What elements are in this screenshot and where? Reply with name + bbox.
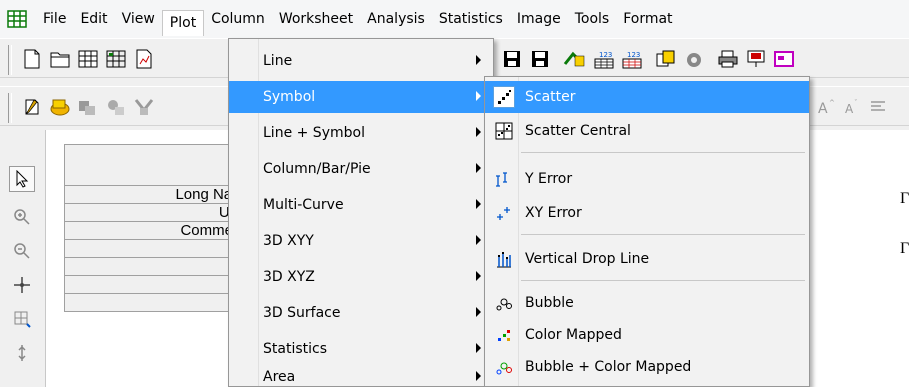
refresh-icon[interactable]: [682, 47, 706, 71]
menu-item-3d-xyy[interactable]: 3D XYY: [229, 225, 493, 257]
data-reader-icon[interactable]: [9, 272, 35, 298]
results-log-icon[interactable]: [48, 95, 72, 119]
plot-menu: Line Symbol Line + Symbol Column/Bar/Pie…: [228, 38, 494, 387]
submenu-arrow-icon: [476, 91, 481, 101]
svg-text:123: 123: [599, 51, 612, 59]
menu-column[interactable]: Column: [204, 8, 272, 30]
zoom-in-icon[interactable]: [9, 204, 35, 230]
script-window-icon[interactable]: [20, 95, 44, 119]
menu-item-y-error[interactable]: Y Error: [485, 163, 809, 195]
submenu-arrow-icon: [476, 235, 481, 245]
menu-item-line[interactable]: Line: [229, 45, 493, 77]
new-workbook-icon[interactable]: [104, 47, 128, 71]
menu-item-area[interactable]: Area: [229, 361, 493, 387]
screen-reader-icon[interactable]: [9, 306, 35, 332]
menu-item-xy-error[interactable]: XY Error: [485, 197, 809, 229]
menu-statistics[interactable]: Statistics: [432, 8, 510, 30]
code-builder-icon[interactable]: [772, 47, 796, 71]
menu-view[interactable]: View: [115, 8, 162, 30]
print-icon[interactable]: [716, 47, 740, 71]
project-explorer-icon[interactable]: [76, 95, 100, 119]
menu-item-line-symbol[interactable]: Line + Symbol: [229, 117, 493, 149]
submenu-arrow-icon: [476, 271, 481, 281]
submenu-arrow-icon: [476, 127, 481, 137]
menu-item-3d-xyz[interactable]: 3D XYZ: [229, 261, 493, 293]
scatter-icon: [493, 86, 515, 108]
submenu-arrow-icon: [476, 371, 481, 381]
submenu-arrow-icon: [476, 55, 481, 65]
svg-text:A: A: [818, 101, 828, 116]
new-project-icon[interactable]: [20, 47, 44, 71]
submenu-arrow-icon: [476, 343, 481, 353]
menu-item-multi-curve[interactable]: Multi-Curve: [229, 189, 493, 221]
menu-item-bubble[interactable]: Bubble: [485, 287, 809, 319]
svg-text:ˇ: ˇ: [854, 99, 858, 107]
menu-tools[interactable]: Tools: [568, 8, 617, 30]
submenu-arrow-icon: [476, 199, 481, 209]
color-mapped-icon: [493, 324, 515, 346]
menu-edit[interactable]: Edit: [73, 8, 114, 30]
save-icon[interactable]: [500, 47, 524, 71]
tools-toolbar: [0, 130, 46, 387]
align-left-icon[interactable]: [866, 95, 890, 119]
object-manager-icon[interactable]: [104, 95, 128, 119]
import-multiple-icon[interactable]: 123: [592, 47, 616, 71]
scatter-central-icon: [493, 120, 515, 142]
symbol-submenu: Scatter Scatter Central Y Error XY Error…: [484, 76, 810, 387]
menu-separator: [521, 280, 805, 281]
submenu-arrow-icon: [476, 307, 481, 317]
background-text-1: Γ: [900, 190, 909, 207]
app-grid-icon[interactable]: [6, 10, 28, 28]
bubble-color-mapped-icon: [493, 356, 515, 378]
bubble-icon: [493, 292, 515, 314]
svg-text:^: ^: [829, 99, 835, 107]
xy-error-icon: [493, 202, 515, 224]
import-icon[interactable]: [562, 47, 586, 71]
zoom-out-icon[interactable]: [9, 238, 35, 264]
menu-item-color-mapped[interactable]: Color Mapped: [485, 319, 809, 351]
menu-separator: [521, 152, 805, 153]
duplicate-icon[interactable]: [654, 47, 678, 71]
svg-text:123: 123: [627, 51, 640, 59]
menu-item-column-bar-pie[interactable]: Column/Bar/Pie: [229, 153, 493, 185]
menu-format[interactable]: Format: [616, 8, 679, 30]
menu-separator: [521, 234, 805, 235]
menu-analysis[interactable]: Analysis: [360, 8, 432, 30]
background-text-2: Γ: [900, 240, 909, 257]
new-folder-icon[interactable]: [48, 47, 72, 71]
toolbar-grip[interactable]: [8, 45, 12, 75]
menu-file[interactable]: File: [36, 8, 73, 30]
messages-log-icon[interactable]: [132, 95, 156, 119]
svg-text:A: A: [845, 102, 854, 116]
vertical-drop-line-icon: [493, 248, 515, 270]
toolbar-grip-2[interactable]: [8, 93, 12, 123]
menu-plot[interactable]: Plot: [161, 10, 205, 36]
new-graph-icon[interactable]: [132, 47, 156, 71]
menu-item-scatter[interactable]: Scatter: [485, 81, 809, 113]
y-error-icon: [493, 168, 515, 190]
increase-font-icon[interactable]: A ^: [814, 95, 838, 119]
decrease-font-icon[interactable]: Aˇ: [840, 95, 864, 119]
menu-item-bubble-color-mapped[interactable]: Bubble + Color Mapped: [485, 351, 809, 383]
submenu-arrow-icon: [476, 163, 481, 173]
presentation-icon[interactable]: [744, 47, 768, 71]
import-wizard-icon[interactable]: 123: [620, 47, 644, 71]
menu-item-symbol[interactable]: Symbol: [229, 81, 493, 113]
save-template-icon[interactable]: [528, 47, 552, 71]
menu-item-vertical-drop-line[interactable]: Vertical Drop Line: [485, 243, 809, 275]
pointer-icon[interactable]: [9, 166, 35, 192]
new-worksheet-icon[interactable]: [76, 47, 100, 71]
data-selector-icon[interactable]: [9, 340, 35, 366]
menu-image[interactable]: Image: [510, 8, 568, 30]
menu-item-scatter-central[interactable]: Scatter Central: [485, 115, 809, 147]
menu-bar: File Edit View Plot Column Worksheet Ana…: [0, 0, 909, 38]
menu-item-3d-surface[interactable]: 3D Surface: [229, 297, 493, 329]
menu-worksheet[interactable]: Worksheet: [272, 8, 360, 30]
